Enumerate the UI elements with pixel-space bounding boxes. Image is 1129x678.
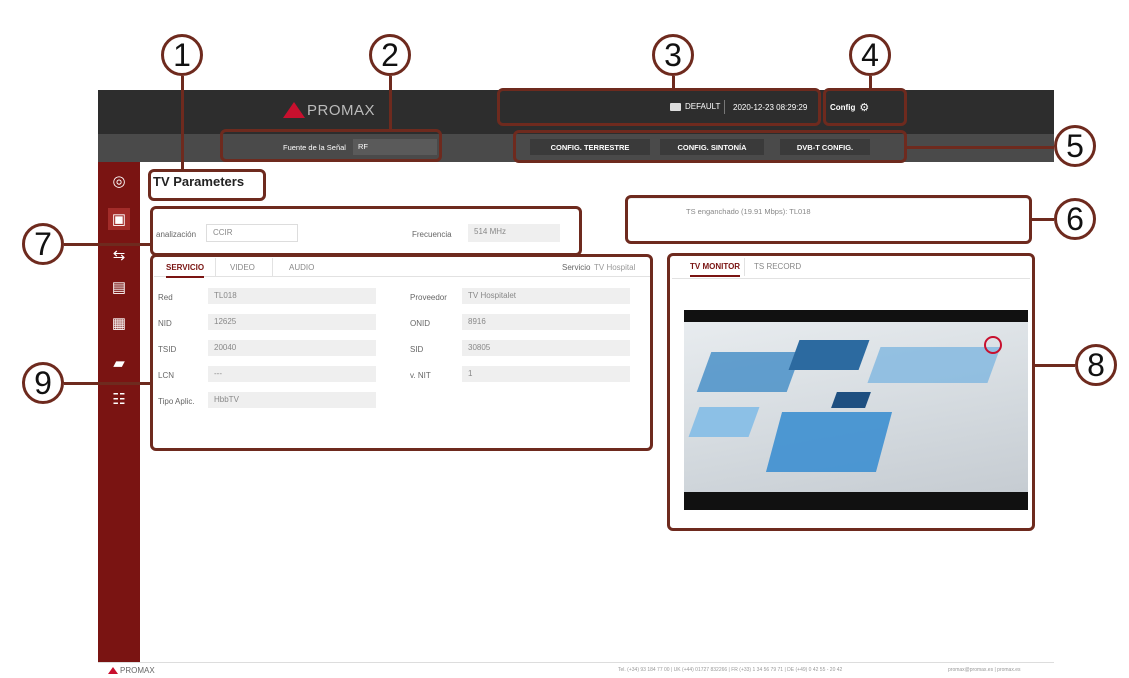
callout-4: 4 xyxy=(849,34,891,76)
callout-box-6 xyxy=(625,195,1032,244)
callout-box-3 xyxy=(497,88,821,126)
callout-6: 6 xyxy=(1054,198,1096,240)
callout-box-4 xyxy=(823,88,907,126)
callout-box-9 xyxy=(150,254,653,451)
footer-email: promax@promax.es | promax.es xyxy=(948,667,1021,673)
callout-3: 3 xyxy=(652,34,694,76)
folder-open-icon[interactable]: ▰ xyxy=(108,352,130,374)
brand-logo: PROMAX xyxy=(283,100,391,120)
callout-9: 9 xyxy=(22,362,64,404)
callout-box-5 xyxy=(513,130,907,163)
callout-line-5 xyxy=(907,146,1054,149)
logo-text: PROMAX xyxy=(307,102,376,119)
footer-logo: PROMAX xyxy=(108,666,155,675)
callout-7: 7 xyxy=(22,223,64,265)
sidebar xyxy=(98,162,140,662)
callout-line-3 xyxy=(672,76,675,89)
callout-line-4 xyxy=(869,76,872,89)
analyzer-icon[interactable]: ▤ xyxy=(108,276,130,298)
callout-box-8 xyxy=(667,253,1035,531)
callout-box-7 xyxy=(150,206,582,256)
tv-settings-icon[interactable]: ▣ xyxy=(108,208,130,230)
footer: PROMAX Tel. (+34) 93 184 77 00 | UK (+44… xyxy=(98,662,1054,678)
callout-line-7 xyxy=(64,243,151,246)
callout-8: 8 xyxy=(1075,344,1117,386)
schedule-icon[interactable]: ▦ xyxy=(108,312,130,334)
callout-box-1 xyxy=(148,169,266,201)
callout-line-2 xyxy=(389,76,392,130)
callout-line-9 xyxy=(64,382,151,385)
logo-triangle-icon xyxy=(283,102,305,118)
callout-1: 1 xyxy=(161,34,203,76)
callout-box-2 xyxy=(220,129,442,162)
callout-line-8 xyxy=(1035,364,1075,367)
log-icon[interactable]: ☷ xyxy=(108,388,130,410)
callout-2: 2 xyxy=(369,34,411,76)
callout-line-1 xyxy=(181,76,184,170)
footer-logo-triangle-icon xyxy=(108,667,118,674)
footer-contacts: Tel. (+34) 93 184 77 00 | UK (+44) 01727… xyxy=(618,667,843,673)
network-icon[interactable]: ⇆ xyxy=(108,244,130,266)
dashboard-icon[interactable]: ◎ xyxy=(108,170,130,192)
callout-5: 5 xyxy=(1054,125,1096,167)
footer-logo-text: PROMAX xyxy=(120,666,155,675)
callout-line-6 xyxy=(1032,218,1054,221)
